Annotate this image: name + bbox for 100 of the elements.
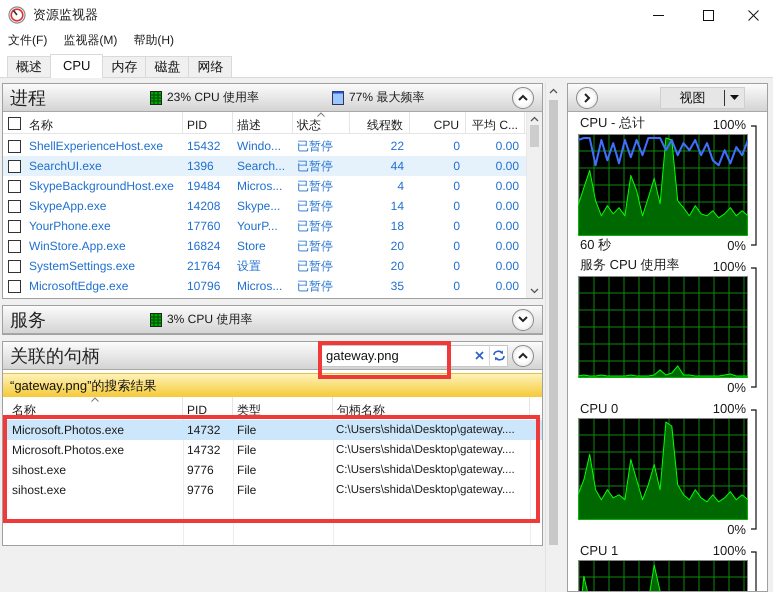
- tab[interactable]: 概述: [7, 56, 51, 77]
- tab[interactable]: CPU: [50, 54, 104, 78]
- section-title: 关联的句柄: [10, 344, 101, 368]
- table-cell-text: 9776: [186, 463, 215, 477]
- results-banner: “gateway.png”的搜索结果: [3, 373, 542, 397]
- table-cell-text: 0.00: [494, 199, 520, 213]
- checkbox[interactable]: [8, 280, 21, 292]
- scale-label: 100%: [712, 259, 746, 274]
- cpu-usage-label: 3% CPU 使用率: [167, 311, 252, 328]
- checkbox[interactable]: [8, 116, 21, 130]
- column-header[interactable]: PID: [183, 112, 233, 134]
- column-header[interactable]: 状态: [293, 112, 350, 134]
- close-icon: [748, 10, 758, 20]
- checkbox[interactable]: [8, 220, 21, 232]
- table-row[interactable]: SearchUI.exe 1396 Search... 已暂停 44 0 0.00: [3, 156, 526, 176]
- table-cell-text: 已暂停: [296, 278, 334, 294]
- minimize-icon: [652, 14, 664, 16]
- table-cell-text: 20: [390, 259, 405, 273]
- table-row[interactable]: sihost.exe 9776 File C:\Users\shida\Desktop\gateway....: [3, 480, 542, 500]
- clear-icon: [474, 351, 484, 360]
- chevron-up-icon: [518, 352, 528, 359]
- sort-caret-icon: [91, 397, 99, 402]
- table-cell-text: 21764: [186, 259, 222, 273]
- scale-label: 0%: [727, 522, 746, 536]
- refresh-button[interactable]: [489, 344, 508, 366]
- table-cell-text: WinStore.App.exe: [28, 239, 127, 253]
- section-title: 服务: [10, 308, 47, 332]
- checkbox[interactable]: [8, 180, 21, 192]
- collapse-button[interactable]: [512, 344, 534, 366]
- max-frequency-label: 77% 最大频率: [349, 89, 424, 106]
- view-dropdown[interactable]: 视图: [660, 86, 745, 108]
- table-cell-text: 44: [390, 159, 405, 173]
- table-cell-text: 已暂停: [296, 138, 334, 154]
- table-cell-text: 0.00: [494, 179, 520, 193]
- menu-item[interactable]: 文件(F): [3, 32, 52, 48]
- table-cell-text: C:\Users\shida\Desktop\gateway....: [335, 464, 516, 476]
- checkbox[interactable]: [8, 160, 21, 172]
- window-title: 资源监视器: [33, 6, 98, 24]
- scroll-up-icon[interactable]: [530, 116, 539, 122]
- checkbox[interactable]: [8, 240, 21, 252]
- table-cell-text: SystemSettings.exe: [28, 259, 136, 273]
- section-title: 进程: [10, 86, 47, 110]
- menu-item[interactable]: 监视器(M): [58, 32, 122, 48]
- chevron-down-icon: [518, 316, 528, 323]
- table-cell-text: YourPhone.exe: [28, 219, 112, 233]
- table-cell-text: 已暂停: [296, 238, 334, 254]
- clear-button[interactable]: [469, 344, 489, 366]
- table-cell-text: 16824: [186, 239, 222, 253]
- table-cell-text: 0.00: [494, 279, 520, 293]
- menu-item[interactable]: 帮助(H): [128, 32, 179, 48]
- table-cell-text: 0.00: [494, 159, 520, 173]
- checkbox[interactable]: [8, 140, 21, 152]
- table-cell-text: Store: [236, 239, 267, 253]
- frequency-meter-icon: [332, 90, 344, 104]
- scroll-up-icon[interactable]: [549, 88, 558, 94]
- table-cell-text: 15432: [186, 139, 222, 153]
- expand-button[interactable]: [512, 308, 534, 330]
- graph-title: CPU - 总计: [580, 114, 645, 132]
- column-header[interactable]: 线程数: [350, 112, 410, 134]
- column-header[interactable]: CPU: [410, 112, 466, 134]
- column-header[interactable]: 描述: [233, 112, 293, 134]
- scroll-down-icon[interactable]: [530, 288, 539, 294]
- table-cell-text: YourP...: [236, 219, 279, 233]
- tab[interactable]: 网络: [188, 56, 232, 77]
- table-cell-text: 0: [452, 179, 461, 193]
- scale-label: 0%: [727, 238, 746, 252]
- scrollbar-thumb[interactable]: [530, 125, 539, 147]
- table-cell-text: sihost.exe: [11, 483, 68, 497]
- table-cell-text: C:\Users\shida\Desktop\gateway....: [335, 424, 516, 436]
- checkbox[interactable]: [8, 200, 21, 212]
- table-cell-text: 0.00: [494, 219, 520, 233]
- scrollbar-thumb[interactable]: [549, 100, 558, 545]
- graph-title: 服务 CPU 使用率: [580, 256, 680, 274]
- column-header[interactable]: 平均 C...: [466, 112, 525, 134]
- time-span-label: 60 秒: [580, 236, 612, 254]
- scale-label: 100%: [712, 401, 746, 416]
- table-cell-text: 已暂停: [296, 198, 334, 214]
- table-cell-text: 0.00: [494, 239, 520, 253]
- search-field[interactable]: gateway.png: [321, 344, 469, 366]
- tab[interactable]: 内存: [102, 56, 146, 77]
- table-cell-text: 0: [452, 239, 461, 253]
- table-cell-text: MicrosoftEdge.exe: [28, 279, 130, 293]
- table-cell-text: Microsoft.Photos.exe: [11, 423, 126, 437]
- chevron-right-icon: [584, 92, 590, 102]
- table-cell-text: 已暂停: [296, 178, 334, 194]
- table-cell-text: File: [236, 443, 258, 457]
- table-row[interactable]: sihost.exe 9776 File C:\Users\shida\Desktop\gateway....: [3, 460, 542, 480]
- table-row[interactable]: Microsoft.Photos.exe 14732 File C:\Users\shida\Desktop\gateway....: [3, 440, 542, 460]
- tab[interactable]: 磁盘: [145, 56, 190, 77]
- cpu-meter-icon: [150, 90, 162, 104]
- table-cell-text: 1396: [186, 159, 215, 173]
- table-cell-text: 0: [452, 199, 461, 213]
- refresh-icon: [492, 349, 506, 362]
- collapse-button[interactable]: [512, 86, 534, 108]
- table-cell-text: SkypeApp.exe: [28, 199, 108, 213]
- table-cell-text: 20: [390, 239, 405, 253]
- checkbox[interactable]: [8, 260, 21, 272]
- column-header[interactable]: 名称: [25, 112, 183, 134]
- panel-toggle-button[interactable]: [576, 86, 598, 108]
- table-cell-text: 4: [396, 179, 405, 193]
